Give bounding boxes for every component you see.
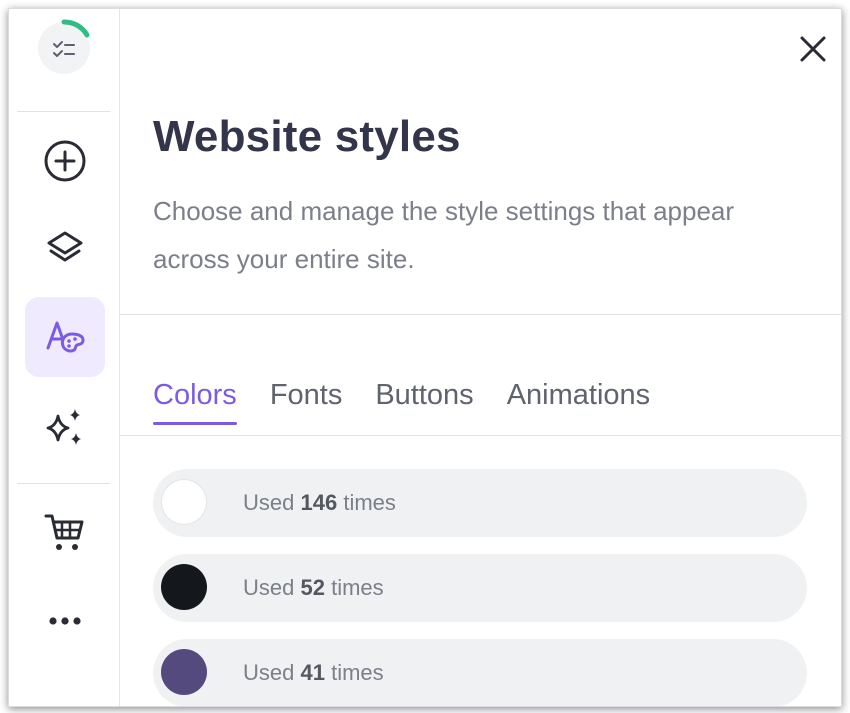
rail-divider	[17, 111, 110, 112]
color-usage-text: Used 41 times	[243, 660, 384, 685]
tabs-divider	[120, 435, 841, 436]
color-list-item[interactable]: Used 52 times	[153, 554, 807, 622]
layers-button[interactable]	[25, 209, 105, 289]
cart-icon	[44, 514, 84, 550]
layers-icon	[47, 231, 83, 262]
website-styles-window: Website styles Choose and manage the sty…	[8, 8, 842, 707]
progress-checklist-button[interactable]	[35, 19, 93, 77]
color-list-item[interactable]: Used 146 times	[153, 469, 807, 537]
section-divider	[120, 314, 841, 315]
color-swatch	[161, 649, 207, 695]
tab-fonts[interactable]: Fonts	[270, 379, 343, 425]
progress-checklist-icon	[38, 19, 90, 74]
close-icon	[800, 36, 826, 62]
tab-buttons[interactable]: Buttons	[375, 379, 473, 425]
store-button[interactable]	[25, 493, 105, 573]
rail-divider	[17, 483, 110, 484]
close-button[interactable]	[793, 29, 833, 69]
styles-palette-icon	[46, 321, 85, 353]
color-usage-text: Used 52 times	[243, 575, 384, 600]
sparkles-icon	[46, 409, 81, 445]
left-sidebar	[9, 9, 120, 706]
color-swatch	[161, 479, 207, 525]
website-styles-panel: Website styles Choose and manage the sty…	[120, 9, 841, 706]
more-button[interactable]	[25, 581, 105, 661]
website-styles-button[interactable]	[25, 297, 105, 377]
color-list-item[interactable]: Used 41 times	[153, 639, 807, 706]
color-swatch	[161, 564, 207, 610]
panel-description: Choose and manage the style settings tha…	[153, 196, 735, 274]
ai-tools-button[interactable]	[25, 387, 105, 467]
add-element-button[interactable]	[25, 121, 105, 201]
more-icon	[49, 617, 81, 625]
add-circle-icon	[44, 140, 86, 182]
tab-colors[interactable]: Colors	[153, 379, 237, 425]
tab-animations[interactable]: Animations	[507, 379, 650, 425]
panel-title: Website styles	[153, 112, 461, 161]
color-usage-text: Used 146 times	[243, 490, 396, 515]
style-tabs: Colors Fonts Buttons Animations	[153, 379, 650, 425]
